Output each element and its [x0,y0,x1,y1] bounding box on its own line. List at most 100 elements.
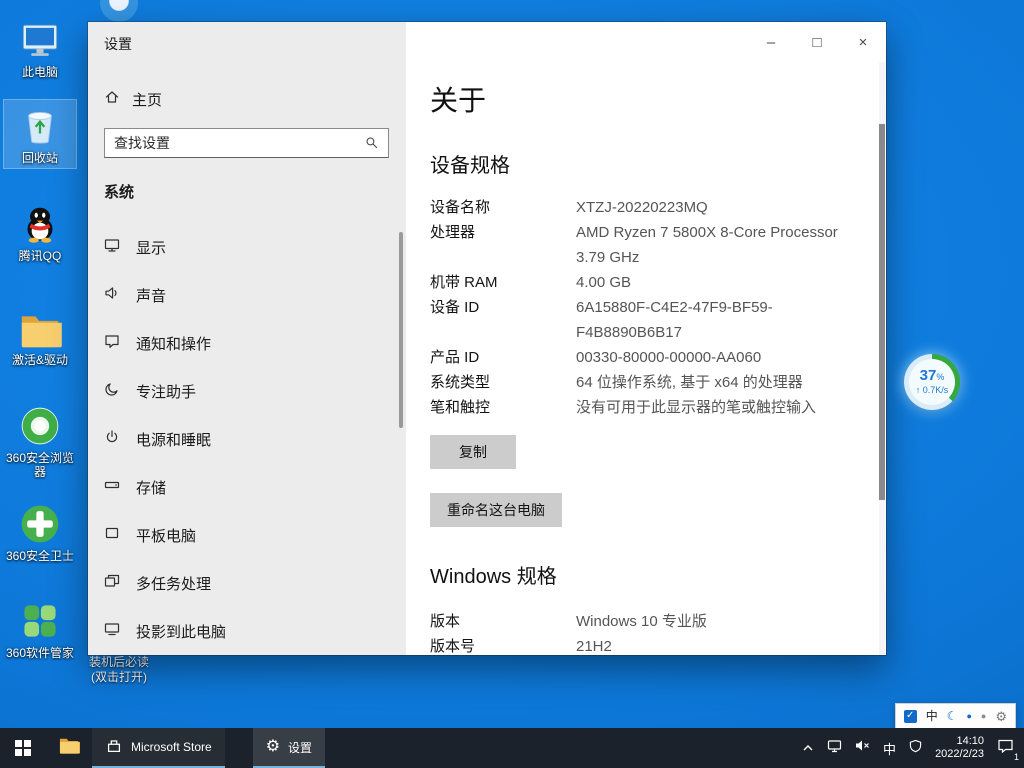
desktop-icon-qq[interactable]: 腾讯QQ [4,198,76,266]
minimize-button[interactable]: – [748,22,794,62]
project-icon [104,621,120,641]
windows-logo-icon [15,740,31,756]
desktop-icon-label: 360软件管家 [4,646,76,660]
action-center-button[interactable]: 1 [997,738,1014,759]
spec-value: 00330-80000-00000-AA060 [576,345,868,370]
device-spec-table: 设备名称XTZJ-20220223MQ 处理器AMD Ryzen 7 5800X… [430,195,868,420]
sidebar-item-label: 通知和操作 [136,333,211,354]
copy-button[interactable]: 复制 [430,435,516,469]
maximize-button[interactable]: □ [794,22,840,62]
sidebar-scrollbar[interactable] [399,232,403,428]
qq-penguin-icon [4,200,76,246]
taskbar-app-label: Microsoft Store [131,740,212,754]
desktop-icon-label: 回收站 [4,151,76,165]
taskbar-clock[interactable]: 14:10 2022/2/23 [935,735,984,761]
spec-label: 版本号 [430,634,576,655]
up-arrow-icon: ↑ [916,385,921,395]
volume-muted-icon[interactable] [855,739,870,757]
settings-main-pane: – □ × 关于 设备规格 设备名称XTZJ-20220223MQ 处理器AMD… [406,22,886,655]
store-icon [105,737,123,758]
sidebar-item-storage[interactable]: 存储 [88,463,406,511]
taskbar-left: Microsoft Store ⚙ 设置 [0,728,325,768]
spec-value: XTZJ-20220223MQ [576,195,868,220]
taskbar-microsoft-store[interactable]: Microsoft Store [92,728,225,768]
sidebar-section-title: 系统 [104,181,134,202]
spec-value: 6A15880F-C4E2-47F9-BF59-F4B8890B6B17 [576,295,868,345]
search-icon[interactable] [365,136,379,150]
spec-label: 机带 RAM [430,270,576,295]
sidebar-item-label: 存储 [136,477,166,498]
start-button[interactable] [0,728,46,768]
desktop-icon-360-software[interactable]: 360软件管家 [4,595,76,663]
this-pc-icon [4,16,76,62]
sidebar-item-label: 电源和睡眠 [136,429,211,450]
spec-row: 系统类型64 位操作系统, 基于 x64 的处理器 [430,370,868,395]
spec-label: 产品 ID [430,345,576,370]
sidebar-item-notifications[interactable]: 通知和操作 [88,319,406,367]
desktop-icon-recycle-bin[interactable]: 回收站 [4,100,76,168]
content-scrollbar[interactable] [879,124,885,500]
desktop-icon-readme[interactable]: 装机后必读(双击打开) [85,655,153,685]
spec-label: 设备名称 [430,195,576,220]
desktop-icon-label: 360安全浏览器 [4,451,76,479]
status-dot-icon[interactable]: ● [966,712,971,721]
windows-spec-title: Windows 规格 [430,560,868,589]
sidebar-item-label: 显示 [136,237,166,258]
window-controls: – □ × [748,22,886,62]
rename-pc-button[interactable]: 重命名这台电脑 [430,493,562,527]
sidebar-item-label: 投影到此电脑 [136,621,226,642]
checkbox-icon[interactable]: ✓ [904,710,917,723]
360-safe-icon [4,500,76,546]
spec-label: 设备 ID [430,295,576,345]
sidebar-item-label: 多任务处理 [136,573,211,594]
sidebar-item-label: 平板电脑 [136,525,196,546]
sidebar-item-multitasking[interactable]: 多任务处理 [88,559,406,607]
spec-value: AMD Ryzen 7 5800X 8-Core Processor 3.79 … [576,220,868,270]
tray-expand-icon[interactable] [802,739,814,757]
desktop-icon-label: 激活&驱动 [4,353,76,367]
spec-row: 设备名称XTZJ-20220223MQ [430,195,868,220]
storage-icon [104,477,120,497]
gear-icon[interactable]: ⚙ [995,710,1007,723]
sidebar-item-projecting[interactable]: 投影到此电脑 [88,607,406,655]
sidebar-item-tablet[interactable]: 平板电脑 [88,511,406,559]
sidebar-item-display[interactable]: 显示 [88,223,406,271]
speed-widget[interactable]: 37% ↑ 0.7K/s [904,354,960,410]
close-button[interactable]: × [840,22,886,62]
spec-label: 系统类型 [430,370,576,395]
people-icon[interactable]: ● [981,712,986,721]
home-icon [104,89,120,109]
tablet-icon [104,525,120,545]
folder-icon [58,736,80,760]
spec-row: 版本Windows 10 专业版 [430,609,868,634]
spec-value: 64 位操作系统, 基于 x64 的处理器 [576,370,868,395]
sidebar-item-label: 声音 [136,285,166,306]
desktop-icon-360-browser[interactable]: 360安全浏览器 [4,400,76,482]
spec-value: Windows 10 专业版 [576,609,868,634]
sidebar-item-sound[interactable]: 声音 [88,271,406,319]
desktop-icon-activation-driver[interactable]: 激活&驱动 [4,302,76,370]
spec-value: 21H2 [576,634,868,655]
sidebar-item-home[interactable]: 主页 [104,88,162,110]
security-flag-icon[interactable] [909,739,922,758]
spec-row: 版本号21H2 [430,634,868,655]
ime-mode-icon[interactable]: 中 [926,710,938,722]
desktop-icon-this-pc[interactable]: 此电脑 [4,14,76,82]
home-label: 主页 [132,89,162,110]
search-input[interactable] [105,135,365,151]
file-explorer-button[interactable] [46,728,92,768]
sidebar-nav: 显示 声音 通知和操作 专注助手 电源和睡眠 [88,223,406,655]
desktop-icon-360-safe[interactable]: 360安全卫士 [4,498,76,566]
ime-indicator[interactable]: 中 [883,739,896,758]
night-light-icon[interactable]: ☾ [947,710,958,722]
tray-time: 14:10 [935,735,984,748]
spec-value: 4.00 GB [576,270,868,295]
folder-icon [4,304,76,350]
settings-window: 设置 主页 系统 显示 声音 [88,22,886,655]
network-icon[interactable] [827,739,842,758]
sidebar-item-focus-assist[interactable]: 专注助手 [88,367,406,415]
taskbar-settings[interactable]: ⚙ 设置 [253,728,325,768]
hidden-desktop-icon[interactable] [100,0,138,22]
sidebar-item-power-sleep[interactable]: 电源和睡眠 [88,415,406,463]
window-title: 设置 [104,34,132,54]
